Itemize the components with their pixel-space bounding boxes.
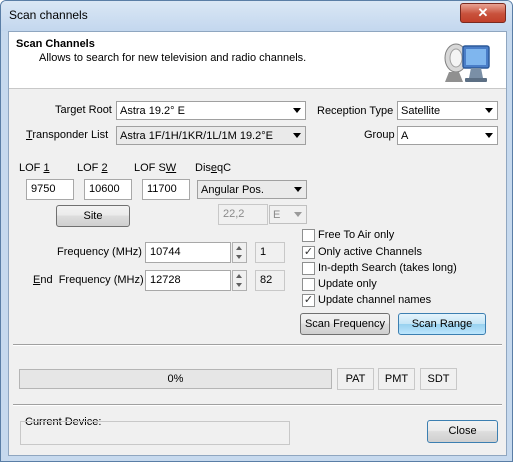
reception-type-label: Reception Type bbox=[317, 105, 394, 117]
group-label: Group bbox=[364, 129, 395, 141]
transponder-list-select[interactable]: Astra 1F/1H/1KR/1L/1M 19.2°E bbox=[116, 126, 306, 145]
frequency-spinner[interactable] bbox=[232, 242, 247, 263]
update-channel-names-label: Update channel names bbox=[318, 294, 432, 306]
spin-down-icon bbox=[236, 255, 242, 259]
lof1-input[interactable]: 9750 bbox=[26, 179, 74, 200]
chevron-down-icon bbox=[485, 108, 493, 113]
end-frequency-input[interactable]: 12728 bbox=[145, 270, 231, 291]
progress-text: 0% bbox=[167, 373, 184, 385]
dialog-client: Scan Channels Allows to search for new t… bbox=[8, 31, 507, 456]
header-title: Scan Channels bbox=[16, 38, 95, 50]
lofsw-input[interactable]: 11700 bbox=[142, 179, 190, 200]
group-select[interactable]: A bbox=[397, 126, 498, 145]
direction-select[interactable]: E bbox=[269, 205, 307, 224]
pmt-button[interactable]: PMT bbox=[378, 368, 415, 390]
chevron-down-icon bbox=[293, 108, 301, 113]
header-subtitle: Allows to search for new television and … bbox=[39, 52, 307, 64]
frequency-label: Frequency (MHz) bbox=[57, 246, 142, 258]
monitor-satellite-icon bbox=[444, 43, 490, 82]
close-button[interactable]: Close bbox=[427, 420, 498, 443]
chevron-down-icon bbox=[293, 133, 301, 138]
lof1-label: LOF 1 bbox=[19, 162, 50, 174]
update-only-label: Update only bbox=[318, 278, 377, 290]
spin-down-icon bbox=[236, 283, 242, 287]
dialog-header: Scan Channels Allows to search for new t… bbox=[9, 32, 506, 89]
target-root-value: Astra 19.2° E bbox=[120, 105, 185, 117]
scan-range-button[interactable]: Scan Range bbox=[398, 313, 486, 335]
chevron-down-icon bbox=[294, 187, 302, 192]
diseqc-value: Angular Pos. bbox=[201, 184, 264, 196]
update-only-checkbox[interactable] bbox=[302, 278, 315, 291]
end-frequency-count: 82 bbox=[255, 270, 285, 291]
end-frequency-spinner[interactable] bbox=[232, 270, 247, 291]
transponder-list-value: Astra 1F/1H/1KR/1L/1M 19.2°E bbox=[120, 130, 273, 142]
only-active-channels-checkbox[interactable]: ✓ bbox=[302, 246, 315, 259]
direction-value: E bbox=[273, 209, 281, 221]
diseqc-label: DiseqC bbox=[195, 162, 232, 174]
position-input[interactable]: 22,2 bbox=[218, 204, 268, 225]
dialog-window: Scan channels ✕ Scan Channels Allows to … bbox=[0, 0, 513, 462]
lof2-label: LOF 2 bbox=[77, 162, 108, 174]
free-to-air-checkbox[interactable] bbox=[302, 229, 315, 242]
frequency-count: 1 bbox=[255, 242, 285, 263]
free-to-air-label: Free To Air only bbox=[318, 229, 395, 241]
chevron-down-icon bbox=[485, 133, 493, 138]
target-root-label: Target Root bbox=[55, 104, 112, 116]
window-close-button[interactable]: ✕ bbox=[460, 3, 506, 23]
scan-progress-bar: 0% bbox=[19, 369, 332, 389]
update-channel-names-checkbox[interactable]: ✓ bbox=[302, 294, 315, 307]
lofsw-label: LOF SW bbox=[134, 162, 177, 174]
reception-type-value: Satellite bbox=[401, 105, 441, 117]
reception-type-select[interactable]: Satellite bbox=[397, 101, 498, 120]
window-title: Scan channels bbox=[9, 8, 88, 22]
pat-button[interactable]: PAT bbox=[337, 368, 374, 390]
in-depth-search-checkbox[interactable] bbox=[302, 262, 315, 275]
end-frequency-label: End Frequency (MHz) bbox=[33, 274, 144, 286]
group-value: A bbox=[401, 130, 409, 142]
transponder-list-label: Transponder List bbox=[26, 129, 109, 141]
frequency-input[interactable]: 10744 bbox=[145, 242, 231, 263]
diseqc-select[interactable]: Angular Pos. bbox=[197, 180, 307, 199]
target-root-select[interactable]: Astra 19.2° E bbox=[116, 101, 306, 120]
scan-frequency-button[interactable]: Scan Frequency bbox=[300, 313, 390, 335]
site-button[interactable]: Site bbox=[56, 205, 130, 227]
separator bbox=[13, 404, 502, 406]
only-active-channels-label: Only active Channels bbox=[318, 246, 422, 258]
lof2-input[interactable]: 10600 bbox=[84, 179, 132, 200]
spin-up-icon bbox=[236, 246, 242, 250]
spin-up-icon bbox=[236, 274, 242, 278]
in-depth-search-label: In-depth Search (takes long) bbox=[318, 262, 457, 274]
chevron-down-icon bbox=[294, 212, 302, 217]
separator bbox=[13, 344, 502, 346]
title-bar[interactable]: Scan channels ✕ bbox=[1, 1, 512, 31]
sdt-button[interactable]: SDT bbox=[420, 368, 457, 390]
current-device-box bbox=[20, 421, 290, 445]
